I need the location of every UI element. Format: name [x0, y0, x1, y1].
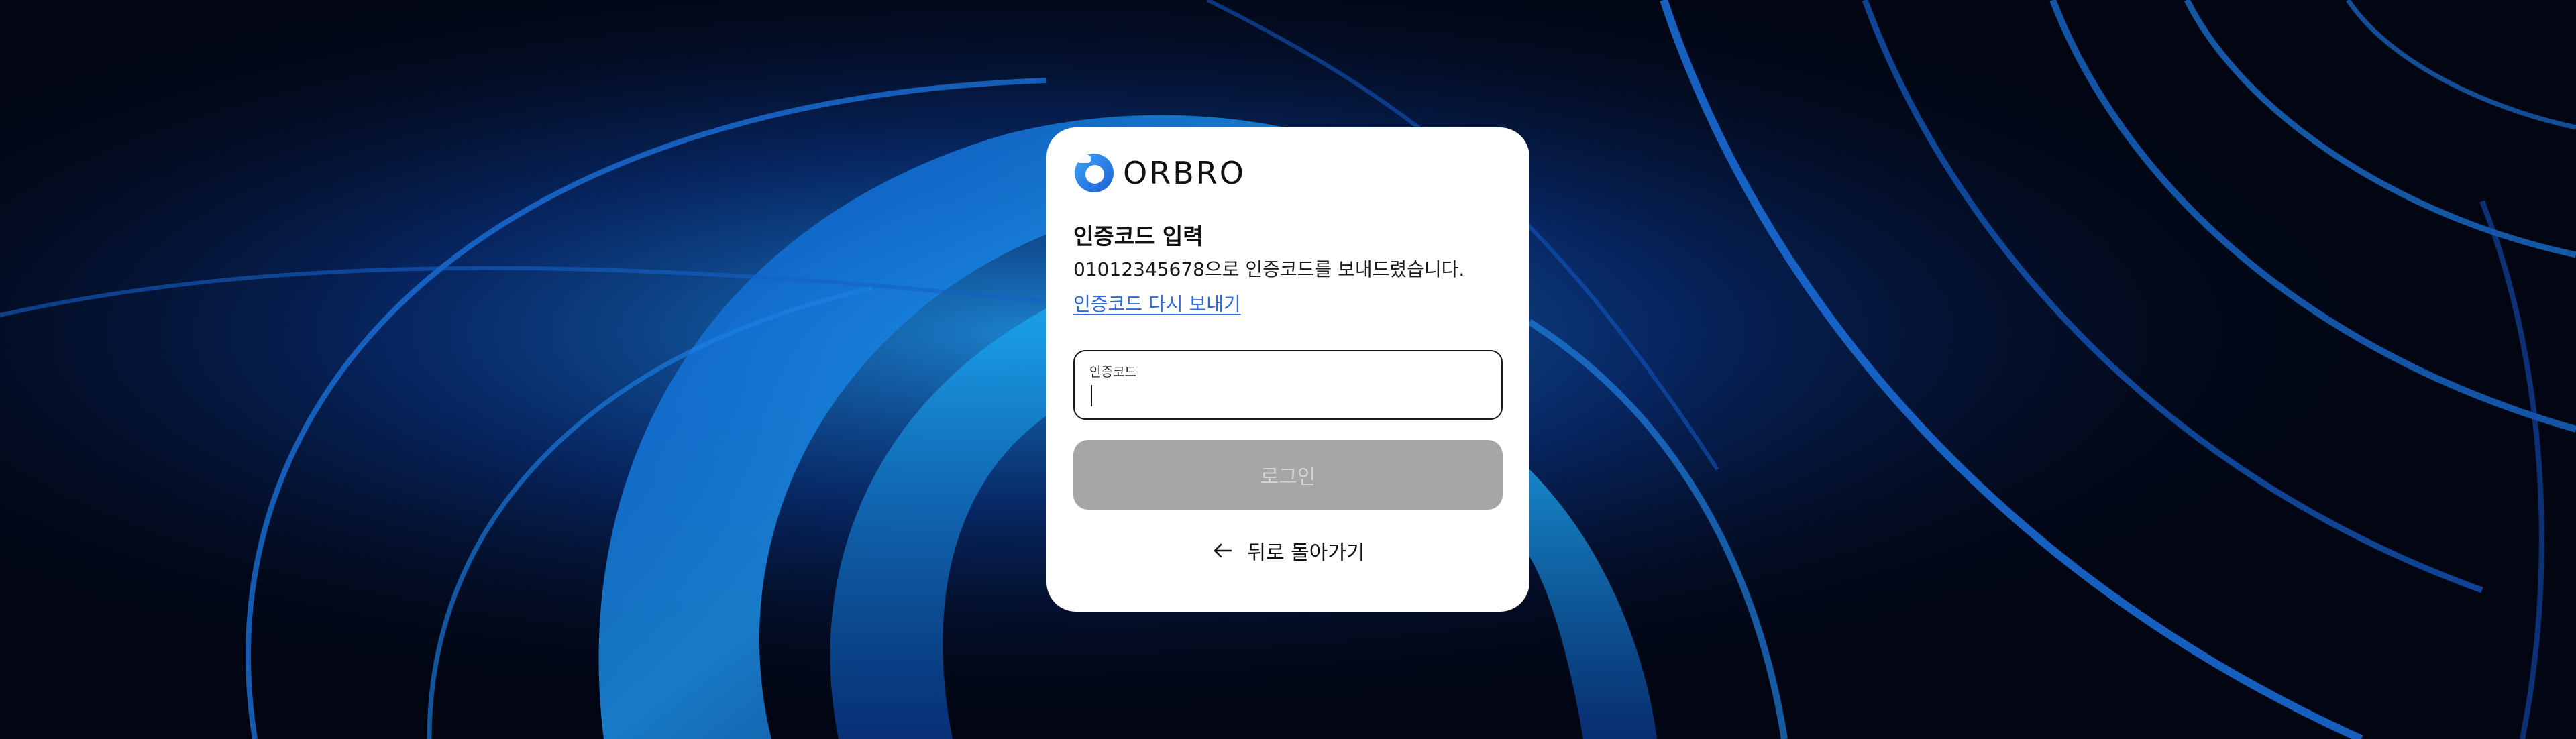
brand-logo: ORBRO [1073, 152, 1246, 194]
login-card: ORBRO 인증코드 입력 01012345678으로 인증코드를 보내드렸습니… [1046, 127, 1529, 612]
text-cursor [1091, 385, 1092, 406]
page-title: 인증코드 입력 [1073, 223, 1203, 249]
arrow-left-icon [1214, 543, 1232, 558]
resend-code-link[interactable]: 인증코드 다시 보내기 [1073, 290, 1241, 317]
back-label: 뒤로 돌아가기 [1247, 541, 1365, 565]
brand-name: ORBRO [1123, 155, 1246, 191]
verification-code-field[interactable]: 인증코드 [1073, 350, 1503, 420]
login-button[interactable]: 로그인 [1073, 440, 1503, 510]
verification-description: 01012345678으로 인증코드를 보내드렸습니다. [1073, 258, 1465, 280]
verification-code-label: 인증코드 [1089, 365, 1136, 380]
verification-code-input[interactable] [1088, 381, 1484, 410]
orbro-logo-icon [1075, 154, 1114, 192]
back-button[interactable]: 뒤로 돌아가기 [1046, 534, 1529, 567]
